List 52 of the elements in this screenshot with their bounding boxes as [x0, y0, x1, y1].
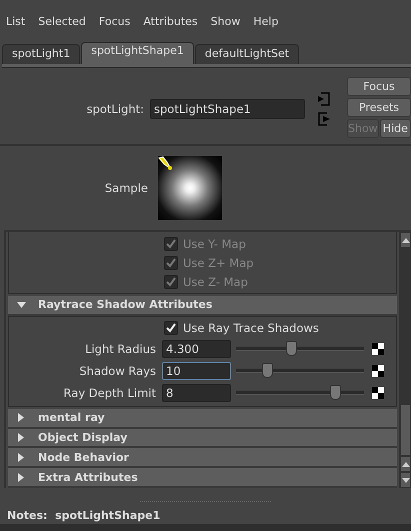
menu-item[interactable]: Focus	[92, 14, 138, 28]
tab[interactable]: spotLightShape1	[81, 42, 194, 64]
value-field[interactable]: 10	[162, 362, 231, 380]
scrollbar[interactable]	[399, 232, 411, 488]
light-icon	[158, 156, 174, 172]
side-button[interactable]: Presets	[347, 98, 411, 117]
side-button[interactable]: Focus	[347, 77, 411, 96]
checker-map-icon[interactable]	[372, 342, 384, 355]
menu-item[interactable]: Show	[204, 14, 248, 28]
tab[interactable]: spotLight1	[2, 44, 80, 64]
scroll-thumb[interactable]	[400, 404, 411, 456]
toggle-button[interactable]: Hide	[380, 119, 411, 138]
slider-thumb[interactable]	[262, 363, 273, 378]
input-connection-icon[interactable]	[317, 92, 331, 106]
section-header[interactable]: mental ray	[8, 408, 397, 429]
attribute-label: Shadow Rays	[78, 364, 156, 378]
attribute-label: Light Radius	[84, 342, 156, 356]
scroll-up-button[interactable]	[400, 456, 411, 472]
menu-item[interactable]: Selected	[32, 14, 93, 28]
checkbox[interactable]	[164, 321, 178, 336]
collapse-arrow-icon	[16, 302, 26, 308]
section-header[interactable]: Extra Attributes	[8, 468, 397, 488]
section-header[interactable]: Raytrace Shadow Attributes	[8, 296, 397, 316]
checker-map-icon[interactable]	[372, 386, 384, 399]
section-header[interactable]: Object Display	[8, 428, 397, 448]
node-label: spotLight:	[86, 102, 144, 116]
menu-item[interactable]: Attributes	[137, 14, 205, 28]
sample-label: Sample	[104, 181, 148, 195]
checkbox-label: Use Ray Trace Shadows	[183, 321, 319, 336]
tab[interactable]: defaultLightSet	[194, 44, 300, 64]
up-arrow-icon	[402, 462, 410, 466]
up-arrow-icon	[402, 238, 410, 242]
down-arrow-icon	[402, 478, 410, 482]
checkbox-label: Use Z+ Map	[183, 256, 254, 270]
expand-arrow-icon	[16, 452, 26, 462]
value-field[interactable]: 4.300	[162, 340, 231, 358]
attribute-label: Ray Depth Limit	[62, 386, 156, 400]
section-header[interactable]: Node Behavior	[8, 448, 397, 468]
menu-item[interactable]: Help	[247, 14, 286, 28]
value-field[interactable]: 8	[162, 384, 231, 402]
scroll-up-button[interactable]	[400, 232, 411, 248]
menu-item[interactable]: List	[0, 14, 32, 28]
slider-thumb[interactable]	[286, 341, 298, 356]
checkbox-label: Use Z- Map	[183, 274, 248, 288]
expand-arrow-icon	[16, 472, 26, 482]
node-name-field[interactable]: spotLightShape1	[150, 98, 305, 118]
slider-thumb[interactable]	[330, 385, 341, 400]
scroll-down-button[interactable]	[400, 472, 411, 488]
output-connection-icon[interactable]	[317, 112, 331, 126]
checkbox-label: Use Y- Map	[183, 236, 246, 250]
notes-label: Notes: spotLightShape1	[7, 508, 160, 522]
checker-map-icon[interactable]	[372, 364, 384, 377]
